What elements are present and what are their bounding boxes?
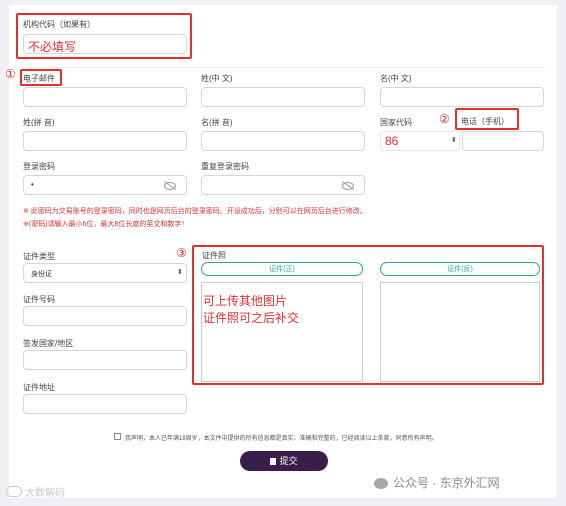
marker-2: ②: [439, 112, 450, 126]
org-code-note: 不必填写: [28, 40, 77, 54]
given-py-input[interactable]: [201, 131, 365, 151]
id-address-input[interactable]: [23, 394, 187, 414]
org-code-label: 机构代码（如果有）: [23, 20, 95, 29]
eye-off-icon[interactable]: [342, 182, 354, 190]
phone-input[interactable]: [462, 131, 544, 151]
id-number-label: 证件号码: [23, 295, 55, 304]
id-front-button[interactable]: 证件(正): [201, 262, 363, 276]
repeat-password-input[interactable]: [201, 175, 365, 195]
chevron-updown-icon: ⬍: [451, 137, 457, 144]
email-label: 电子邮件: [23, 74, 55, 83]
id-back-upload-area[interactable]: [380, 282, 540, 382]
given-cn-input[interactable]: [380, 87, 544, 107]
password-input[interactable]: [23, 175, 187, 195]
id-type-value: 身份证: [31, 271, 52, 278]
divider: [23, 67, 545, 68]
id-address-label: 证件地址: [23, 383, 55, 392]
logo-icon: [6, 486, 22, 497]
password-note-2: ※(密码)请输入最小6位，最大8位长度的英文和数字！: [23, 221, 189, 228]
given-py-label: 名(拼 音): [201, 118, 233, 127]
surname-py-label: 姓(拼 音): [23, 118, 55, 127]
country-code-label: 国家代码: [380, 118, 412, 127]
upload-note-line2: 证件照可之后补交: [203, 311, 300, 325]
id-photo-label: 证件照: [202, 251, 226, 260]
repeat-password-label: 重复登录密码: [201, 162, 249, 171]
id-back-button[interactable]: 证件(反): [380, 262, 540, 276]
surname-cn-input[interactable]: [201, 87, 365, 107]
id-number-input[interactable]: [23, 306, 187, 326]
password-note-1: ※ 此密码为交易账号的登录密码，同时也是网页后台的登录密码。开设成功后，分别可以…: [23, 208, 367, 215]
document-icon: [270, 458, 277, 465]
marker-1: ①: [5, 67, 16, 81]
submit-label: 提交: [279, 456, 298, 466]
wechat-icon: [374, 478, 388, 489]
chevron-updown-icon: ⬍: [177, 269, 183, 276]
declaration-text: 我声明，本人已年满18周岁，本文件中提供的所有信息都是真实、准确和完整的，已经阅…: [125, 436, 438, 442]
eye-off-icon[interactable]: [164, 182, 176, 190]
email-input[interactable]: [23, 87, 187, 107]
phone-label: 电话（手机）: [461, 117, 509, 126]
marker-3: ③: [176, 246, 187, 260]
form-sheet: 机构代码（如果有） 不必填写 ① 电子邮件 姓(中 文) 名(中 文) 姓(拼 …: [5, 5, 557, 498]
password-value: •: [31, 180, 34, 189]
id-type-label: 证件类型: [23, 252, 55, 261]
declaration-checkbox[interactable]: [114, 433, 121, 440]
watermark-left-text: 大数解码: [25, 488, 65, 499]
issuing-country-label: 签发国家/地区: [23, 339, 74, 348]
upload-note-line1: 可上传其他图片: [203, 294, 288, 308]
country-code-value: 86: [385, 134, 399, 148]
surname-py-input[interactable]: [23, 131, 187, 151]
watermark-right: 公众号 · 东京外汇网: [374, 474, 500, 491]
given-cn-label: 名(中 文): [380, 74, 412, 83]
watermark-left: 大数解码: [6, 484, 65, 499]
issuing-country-input[interactable]: [23, 350, 187, 370]
surname-cn-label: 姓(中 文): [201, 74, 233, 83]
password-label: 登录密码: [23, 162, 55, 171]
submit-button[interactable]: 提交: [240, 451, 328, 471]
watermark-right-text: 公众号 · 东京外汇网: [393, 476, 500, 490]
